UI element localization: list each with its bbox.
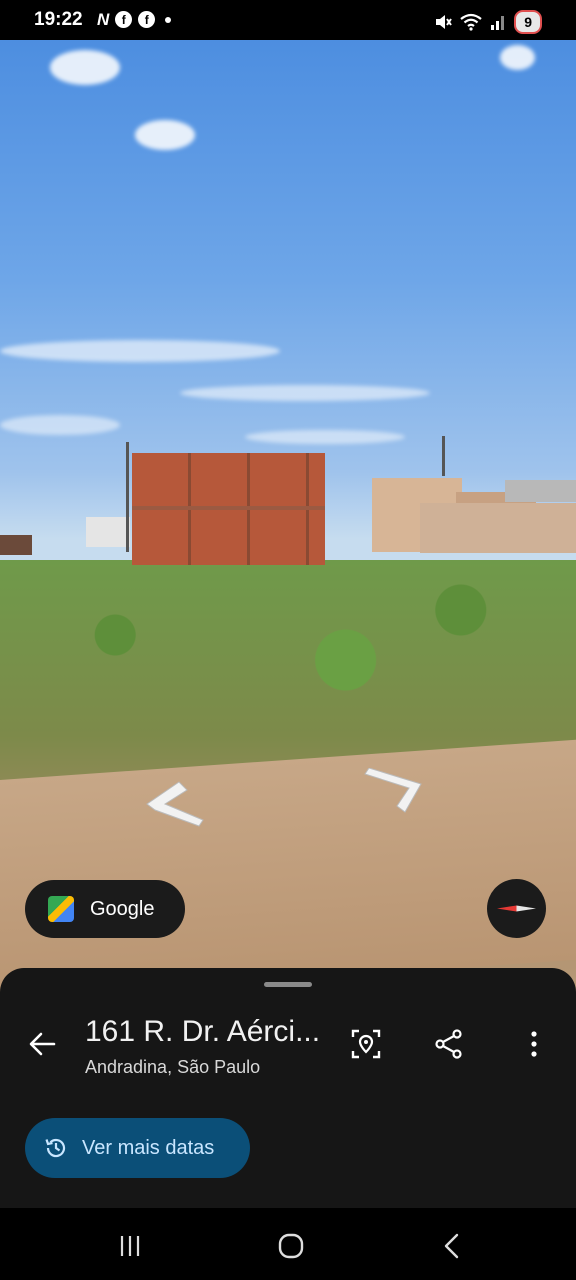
recent-apps-icon[interactable] bbox=[116, 1232, 144, 1260]
facebook-icon: f bbox=[138, 11, 156, 28]
status-right: 9 bbox=[434, 10, 542, 34]
cloud bbox=[0, 340, 280, 362]
boundary-wall bbox=[420, 503, 576, 553]
cloud bbox=[135, 120, 195, 150]
mute-icon bbox=[436, 15, 453, 29]
right-arrow[interactable] bbox=[363, 768, 423, 816]
building bbox=[86, 517, 130, 547]
utility-pole bbox=[442, 436, 445, 476]
facebook-icon: f bbox=[115, 11, 133, 28]
sidewalk bbox=[0, 739, 576, 1000]
cloud bbox=[180, 385, 430, 401]
back-arrow-icon[interactable] bbox=[28, 1030, 56, 1058]
place-title: 161 R. Dr. Aérci... bbox=[85, 1015, 321, 1048]
google-label: Google bbox=[90, 897, 155, 920]
brick-wall bbox=[132, 453, 325, 565]
truck bbox=[0, 535, 32, 555]
cloud bbox=[245, 430, 405, 444]
more-options-icon[interactable] bbox=[518, 1028, 550, 1060]
left-arrow[interactable] bbox=[145, 780, 205, 828]
place-sheet[interactable]: 161 R. Dr. Aérci... Andradina, São Paulo… bbox=[0, 968, 576, 1208]
view-icon[interactable] bbox=[350, 1028, 382, 1060]
notification-icons: N f f bbox=[97, 9, 172, 29]
see-more-dates-button[interactable]: Ver mais datas bbox=[25, 1118, 250, 1178]
status-time: 19:22 bbox=[34, 9, 83, 30]
utility-pole bbox=[126, 442, 129, 552]
signal-icon bbox=[491, 16, 505, 30]
more-notifications-dot-icon bbox=[165, 16, 172, 23]
wifi-icon bbox=[460, 13, 482, 31]
system-nav-bar bbox=[0, 1208, 576, 1280]
history-icon bbox=[45, 1138, 66, 1158]
compass-button[interactable] bbox=[487, 879, 546, 938]
street-view-panorama[interactable] bbox=[0, 40, 576, 1000]
see-more-dates-label: Ver mais datas bbox=[82, 1136, 215, 1159]
cloud bbox=[50, 50, 120, 85]
status-bar: 19:22 N f f 9 bbox=[0, 0, 576, 40]
building bbox=[505, 480, 576, 502]
google-maps-button[interactable]: Google bbox=[25, 880, 185, 938]
share-icon[interactable] bbox=[433, 1028, 465, 1060]
google-maps-logo-icon bbox=[48, 896, 74, 922]
cloud bbox=[0, 415, 120, 435]
netflix-icon: N bbox=[97, 9, 110, 29]
sheet-drag-handle[interactable] bbox=[264, 982, 312, 987]
cloud bbox=[500, 45, 535, 70]
back-icon[interactable] bbox=[439, 1232, 467, 1260]
compass-icon bbox=[497, 905, 536, 912]
home-icon[interactable] bbox=[277, 1232, 305, 1260]
battery-indicator: 9 bbox=[514, 10, 542, 34]
place-subtitle: Andradina, São Paulo bbox=[85, 1057, 261, 1077]
